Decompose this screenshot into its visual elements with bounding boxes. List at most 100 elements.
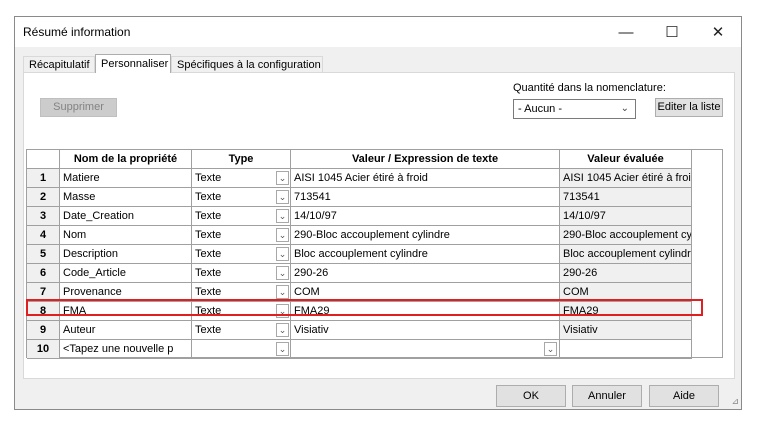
quantity-label: Quantité dans la nomenclature: — [513, 82, 666, 94]
row-number: 7 — [27, 283, 60, 302]
property-value-cell-text: COM — [294, 286, 320, 298]
row-number-text: 8 — [39, 305, 47, 317]
property-type-cell[interactable]: ⌄ — [192, 340, 291, 359]
type-dropdown-icon[interactable]: ⌄ — [276, 171, 289, 185]
property-value-cell[interactable]: ⌄ — [291, 340, 560, 359]
minimize-icon: — — [618, 23, 634, 41]
title-bar: Résumé information — ☐ ✕ — [15, 17, 741, 47]
summary-info-dialog: Résumé information — ☐ ✕ Récapitulatif P… — [14, 16, 742, 410]
tab-configuration-specific[interactable]: Spécifiques à la configuration — [171, 56, 323, 72]
property-name-cell-text: Description — [63, 248, 119, 260]
property-type-cell-text: Texte — [195, 267, 222, 279]
quantity-select[interactable]: - Aucun - ⌄ — [513, 99, 636, 119]
property-value-cell[interactable]: 14/10/97 — [291, 207, 560, 226]
help-button[interactable]: Aide — [649, 385, 719, 407]
evaluated-value-cell: 713541 — [560, 188, 692, 207]
property-value-cell-text: Bloc accouplement cylindre — [294, 248, 428, 260]
evaluated-value-cell: 290-Bloc accouplement cylindre — [560, 226, 692, 245]
type-dropdown-icon[interactable]: ⌄ — [276, 342, 289, 356]
header-value[interactable]: Valeur / Expression de texte — [291, 150, 560, 169]
property-name-cell[interactable]: Code_Article — [60, 264, 192, 283]
property-name-cell[interactable]: Description — [60, 245, 192, 264]
cancel-button[interactable]: Annuler — [572, 385, 642, 407]
resize-grip-icon[interactable]: ⊿ — [731, 396, 739, 407]
evaluated-value-cell: COM — [560, 283, 692, 302]
header-type[interactable]: Type — [192, 150, 291, 169]
property-name-cell-text: Masse — [63, 191, 96, 203]
property-type-cell-text: Texte — [195, 210, 222, 222]
property-type-cell[interactable]: Texte ⌄ — [192, 245, 291, 264]
property-type-cell-text: Texte — [195, 172, 222, 184]
row-number-text: 10 — [36, 343, 50, 355]
evaluated-value-cell-text: 713541 — [563, 191, 600, 203]
type-dropdown-icon[interactable]: ⌄ — [276, 190, 289, 204]
close-button[interactable]: ✕ — [695, 17, 741, 47]
type-dropdown-icon[interactable]: ⌄ — [276, 228, 289, 242]
tab-summary[interactable]: Récapitulatif — [23, 56, 95, 72]
row-number-text: 2 — [39, 191, 47, 203]
evaluated-value-cell-text: FMA29 — [563, 305, 599, 317]
property-value-cell-text: Visiativ — [294, 324, 329, 336]
property-name-cell[interactable]: Provenance — [60, 283, 192, 302]
property-value-cell[interactable]: AISI 1045 Acier étiré à froid — [291, 169, 560, 188]
row-number: 8 — [27, 302, 60, 321]
property-name-cell[interactable]: FMA — [60, 302, 192, 321]
property-type-cell[interactable]: Texte ⌄ — [192, 264, 291, 283]
type-dropdown-icon[interactable]: ⌄ — [276, 266, 289, 280]
property-type-cell[interactable]: Texte ⌄ — [192, 302, 291, 321]
property-type-cell-text: Texte — [195, 305, 222, 317]
row-number: 2 — [27, 188, 60, 207]
type-dropdown-icon[interactable]: ⌄ — [276, 285, 289, 299]
property-type-cell-text: Texte — [195, 229, 222, 241]
delete-button[interactable]: Supprimer — [40, 98, 117, 117]
type-dropdown-icon[interactable]: ⌄ — [276, 304, 289, 318]
evaluated-value-cell-text: AISI 1045 Acier étiré à froid — [563, 172, 692, 184]
row-number-text: 9 — [39, 324, 47, 336]
property-value-cell[interactable]: Visiativ — [291, 321, 560, 340]
property-type-cell[interactable]: Texte ⌄ — [192, 188, 291, 207]
property-type-cell[interactable]: Texte ⌄ — [192, 207, 291, 226]
property-type-cell[interactable]: Texte ⌄ — [192, 169, 291, 188]
property-name-cell[interactable]: Masse — [60, 188, 192, 207]
ok-button[interactable]: OK — [496, 385, 566, 407]
minimize-button[interactable]: — — [603, 17, 649, 47]
evaluated-value-cell: 290-26 — [560, 264, 692, 283]
property-value-cell[interactable]: Bloc accouplement cylindre — [291, 245, 560, 264]
property-value-cell[interactable]: 290-Bloc accouplement cylindre — [291, 226, 560, 245]
property-name-cell[interactable]: Auteur — [60, 321, 192, 340]
property-value-cell[interactable]: FMA29 — [291, 302, 560, 321]
type-dropdown-icon[interactable]: ⌄ — [276, 209, 289, 223]
evaluated-value-cell-text: 14/10/97 — [563, 210, 606, 222]
property-name-cell[interactable]: Matiere — [60, 169, 192, 188]
property-name-cell-text: <Tapez une nouvelle p — [63, 343, 174, 355]
property-type-cell[interactable]: Texte ⌄ — [192, 226, 291, 245]
evaluated-value-cell-text: 290-26 — [563, 267, 598, 279]
property-type-cell[interactable]: Texte ⌄ — [192, 283, 291, 302]
type-dropdown-icon[interactable]: ⌄ — [276, 323, 289, 337]
evaluated-value-cell: FMA29 — [560, 302, 692, 321]
property-type-cell[interactable]: Texte ⌄ — [192, 321, 291, 340]
type-dropdown-icon[interactable]: ⌄ — [276, 247, 289, 261]
property-value-cell[interactable]: COM — [291, 283, 560, 302]
edit-list-button[interactable]: Editer la liste — [655, 98, 723, 117]
evaluated-value-cell-text: 290-Bloc accouplement cylindre — [563, 229, 692, 241]
value-dropdown-icon[interactable]: ⌄ — [544, 342, 557, 356]
maximize-button[interactable]: ☐ — [649, 17, 695, 47]
property-name-cell-text: Date_Creation — [63, 210, 134, 222]
evaluated-value-cell: AISI 1045 Acier étiré à froid — [560, 169, 692, 188]
property-name-cell[interactable]: Date_Creation — [60, 207, 192, 226]
property-type-cell-text: Texte — [195, 191, 222, 203]
header-property-name[interactable]: Nom de la propriété — [60, 150, 192, 169]
property-name-cell[interactable]: Nom — [60, 226, 192, 245]
header-evaluated-value[interactable]: Valeur évaluée — [560, 150, 692, 169]
row-number-text: 6 — [39, 267, 47, 279]
property-name-cell-text: Matiere — [63, 172, 100, 184]
property-type-cell-text: Texte — [195, 248, 222, 260]
property-name-cell[interactable]: <Tapez une nouvelle p — [60, 340, 192, 359]
property-value-cell[interactable]: 713541 — [291, 188, 560, 207]
tab-custom[interactable]: Personnaliser — [95, 54, 171, 73]
property-name-cell-text: Auteur — [63, 324, 96, 336]
evaluated-value-cell — [560, 340, 692, 359]
property-name-cell-text: Provenance — [63, 286, 122, 298]
property-value-cell[interactable]: 290-26 — [291, 264, 560, 283]
